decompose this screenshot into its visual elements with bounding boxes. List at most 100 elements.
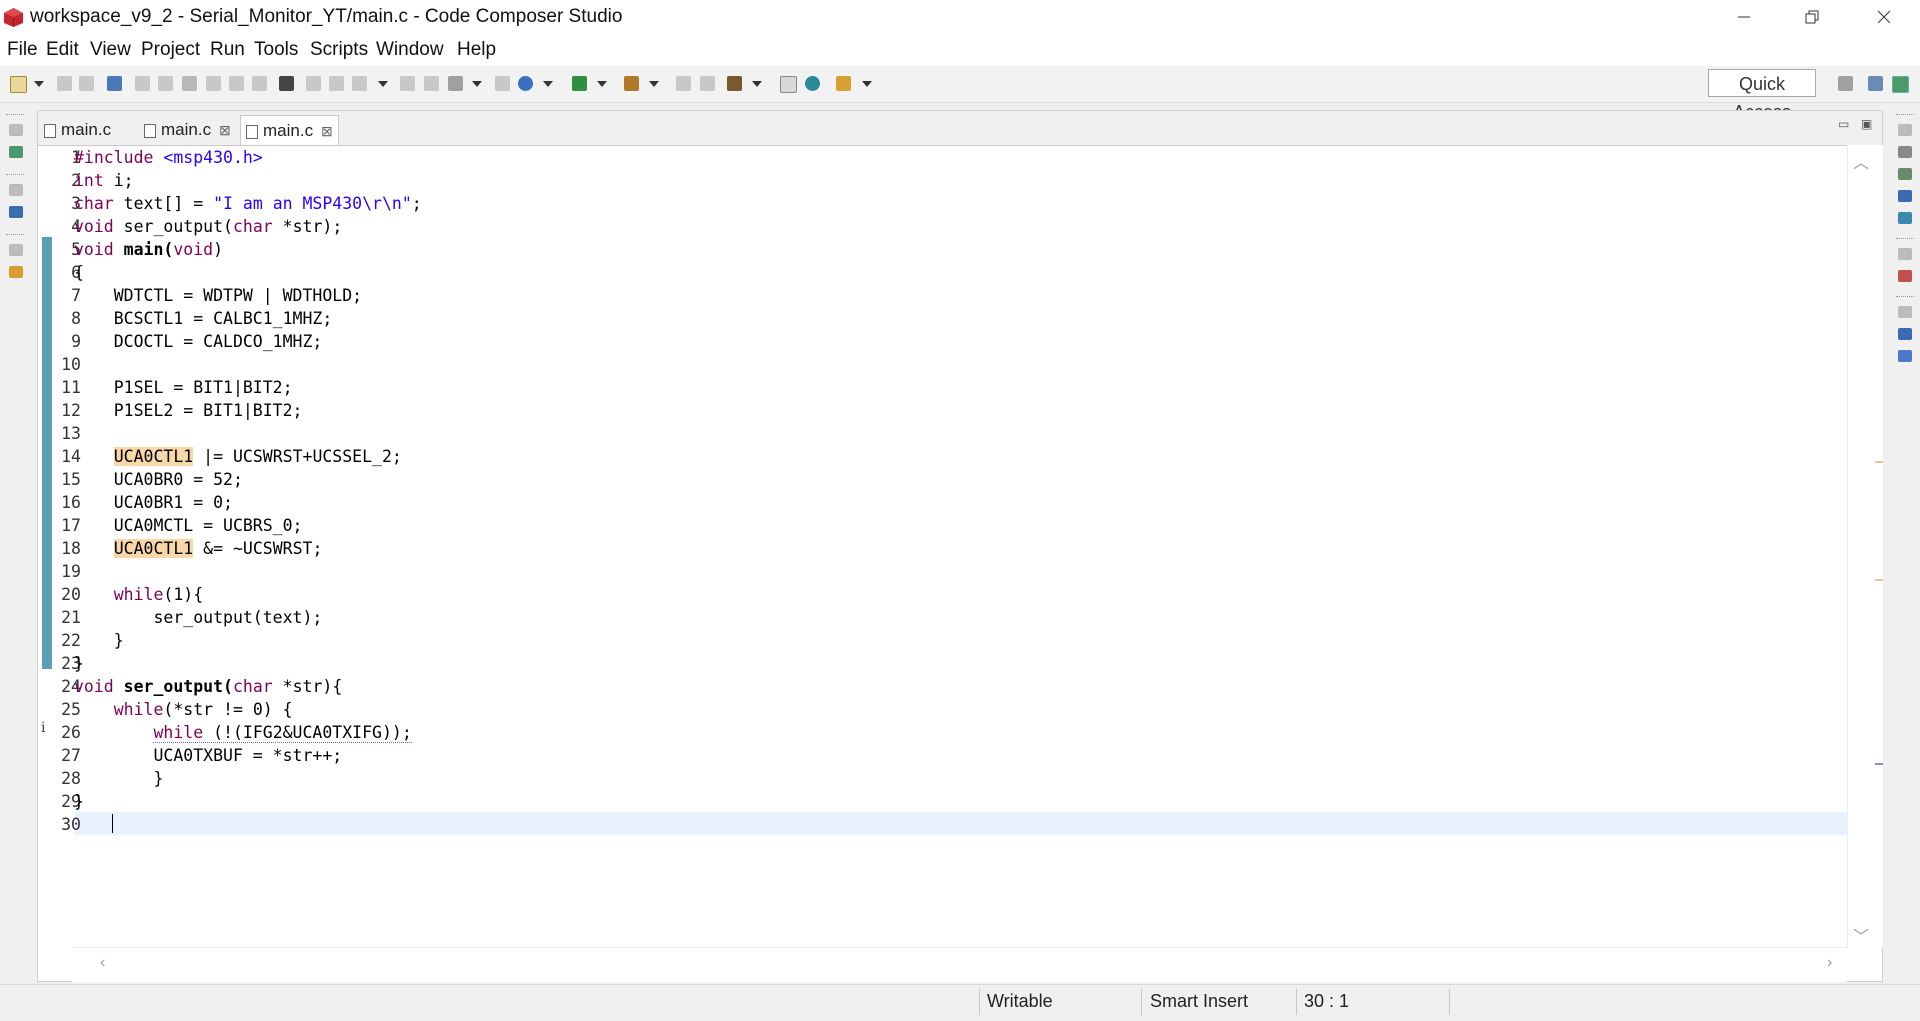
string-literal: "I am an MSP430\r\n" xyxy=(213,194,412,213)
tab-main-c-1[interactable]: main.c xyxy=(39,115,137,145)
keyword: char xyxy=(74,194,114,213)
code-text: text[] = xyxy=(113,194,214,213)
ccs-edit-perspective-icon[interactable] xyxy=(1868,76,1883,91)
scroll-up-icon[interactable]: ︿ xyxy=(1853,149,1869,173)
overview-occurrence-mark[interactable] xyxy=(1875,579,1883,581)
code-text: |= UCSWRST+UCSSEL_2; xyxy=(193,447,402,466)
flash-dropdown-icon[interactable] xyxy=(543,81,553,87)
tab-main-c-2[interactable]: main.c ⊠ xyxy=(139,115,238,145)
reset-icon[interactable] xyxy=(352,76,367,91)
build-dropdown-icon[interactable] xyxy=(649,81,659,87)
breakpoints-icon[interactable] xyxy=(1898,212,1912,224)
restore-view-icon[interactable] xyxy=(9,244,23,256)
hammer-dropdown-icon[interactable] xyxy=(752,81,762,87)
hammer-icon[interactable] xyxy=(727,76,742,91)
restart-icon[interactable] xyxy=(329,76,344,91)
horizontal-scrollbar[interactable]: ‹ › xyxy=(72,947,1847,982)
disconnect-icon[interactable] xyxy=(306,76,321,91)
profile-icon[interactable] xyxy=(448,76,463,91)
code-line: } xyxy=(74,792,84,811)
debug-dropdown-icon[interactable] xyxy=(597,81,607,87)
overview-info-mark[interactable] xyxy=(1875,763,1883,765)
new-icon[interactable] xyxy=(10,76,27,93)
code-line: int i; xyxy=(74,169,134,192)
overview-occurrence-mark[interactable] xyxy=(1875,461,1883,463)
restore-button[interactable] xyxy=(1784,0,1840,34)
minimize-pane-icon[interactable]: ▭ xyxy=(1838,117,1849,131)
outline-icon[interactable] xyxy=(1898,270,1912,282)
vertical-scrollbar[interactable]: ︿ ﹀ xyxy=(1847,145,1883,947)
next-annotation-icon[interactable] xyxy=(700,76,715,91)
resume-icon[interactable] xyxy=(135,76,150,91)
tab-close-icon[interactable]: ⊠ xyxy=(321,116,333,146)
scroll-right-icon[interactable]: › xyxy=(1827,954,1832,972)
restore-view-icon[interactable] xyxy=(9,184,23,196)
load-icon[interactable] xyxy=(495,76,510,91)
debug-icon[interactable] xyxy=(572,76,587,91)
open-perspective-icon[interactable] xyxy=(836,76,851,91)
tab-close-icon[interactable]: ⊠ xyxy=(219,115,231,145)
minimize-button[interactable] xyxy=(1716,0,1772,34)
step-over-icon[interactable] xyxy=(229,76,244,91)
watch-icon[interactable] xyxy=(424,76,439,91)
terminate-icon[interactable] xyxy=(182,76,197,91)
profile-dropdown-icon[interactable] xyxy=(472,81,482,87)
variables-icon[interactable] xyxy=(1898,146,1912,158)
c-file-icon xyxy=(44,124,56,138)
restore-view-icon[interactable] xyxy=(9,124,23,136)
menu-tools[interactable]: Tools xyxy=(254,39,298,61)
info-marker-icon[interactable]: i xyxy=(41,720,45,736)
menu-edit[interactable]: Edit xyxy=(46,39,79,61)
window-icon[interactable] xyxy=(780,76,797,93)
open-perspective-right-icon[interactable] xyxy=(1838,76,1853,91)
new-dropdown-icon[interactable] xyxy=(34,81,44,87)
prev-annotation-icon[interactable] xyxy=(676,76,691,91)
menu-file[interactable]: File xyxy=(7,39,38,61)
console-icon[interactable] xyxy=(107,76,122,91)
menu-run[interactable]: Run xyxy=(210,39,245,61)
scroll-left-icon[interactable]: ‹ xyxy=(100,954,105,972)
step-return-icon[interactable] xyxy=(252,76,267,91)
scroll-down-icon[interactable]: ﹀ xyxy=(1853,923,1869,947)
restore-view-icon[interactable] xyxy=(1898,124,1912,136)
maximize-pane-icon[interactable]: ▣ xyxy=(1861,117,1872,131)
memory-icon[interactable] xyxy=(279,76,294,91)
disassembly-icon[interactable] xyxy=(1898,350,1912,362)
quick-access-field[interactable]: Quick Access xyxy=(1708,69,1816,122)
code-text: &= ~UCSWRST; xyxy=(193,539,323,558)
line-number: 30 xyxy=(61,815,81,834)
ccs-debug-perspective-icon[interactable] xyxy=(1892,76,1909,93)
menu-scripts[interactable]: Scripts xyxy=(310,39,368,61)
reset-dropdown-icon[interactable] xyxy=(378,81,388,87)
build-icon[interactable] xyxy=(624,76,639,91)
menu-window[interactable]: Window xyxy=(376,39,444,61)
debug-view-icon[interactable] xyxy=(9,146,23,158)
console-view-icon[interactable] xyxy=(9,206,23,218)
menu-help[interactable]: Help xyxy=(457,39,496,61)
suspend-icon[interactable] xyxy=(158,76,173,91)
current-line-highlight xyxy=(75,812,1847,835)
code-line: BCSCTL1 = CALBC1_1MHZ; xyxy=(74,309,333,328)
expressions-icon[interactable] xyxy=(1898,168,1912,180)
trim-separator xyxy=(6,234,24,235)
tab-label: main.c xyxy=(161,120,212,139)
tab-main-c-3[interactable]: main.c ⊠ xyxy=(240,115,339,145)
perspective-dropdown-icon[interactable] xyxy=(862,81,872,87)
menu-view[interactable]: View xyxy=(90,39,131,61)
memory-browser-icon[interactable] xyxy=(1898,328,1912,340)
breakpoint-icon[interactable] xyxy=(400,76,415,91)
restore-view-icon[interactable] xyxy=(1898,306,1912,318)
search-icon[interactable] xyxy=(805,76,820,91)
project-explorer-icon[interactable] xyxy=(9,266,23,278)
restore-view-icon[interactable] xyxy=(1898,248,1912,260)
code-line: P1SEL2 = BIT1|BIT2; xyxy=(74,401,303,420)
step-into-icon[interactable] xyxy=(206,76,221,91)
save-all-icon[interactable] xyxy=(79,76,94,91)
menu-project[interactable]: Project xyxy=(141,39,200,61)
registers-icon[interactable] xyxy=(1898,190,1912,202)
save-icon[interactable] xyxy=(57,76,72,91)
close-button[interactable] xyxy=(1856,0,1912,34)
occurrence-highlight: UCA0CTL1 xyxy=(113,539,194,558)
flash-icon[interactable] xyxy=(518,76,533,91)
